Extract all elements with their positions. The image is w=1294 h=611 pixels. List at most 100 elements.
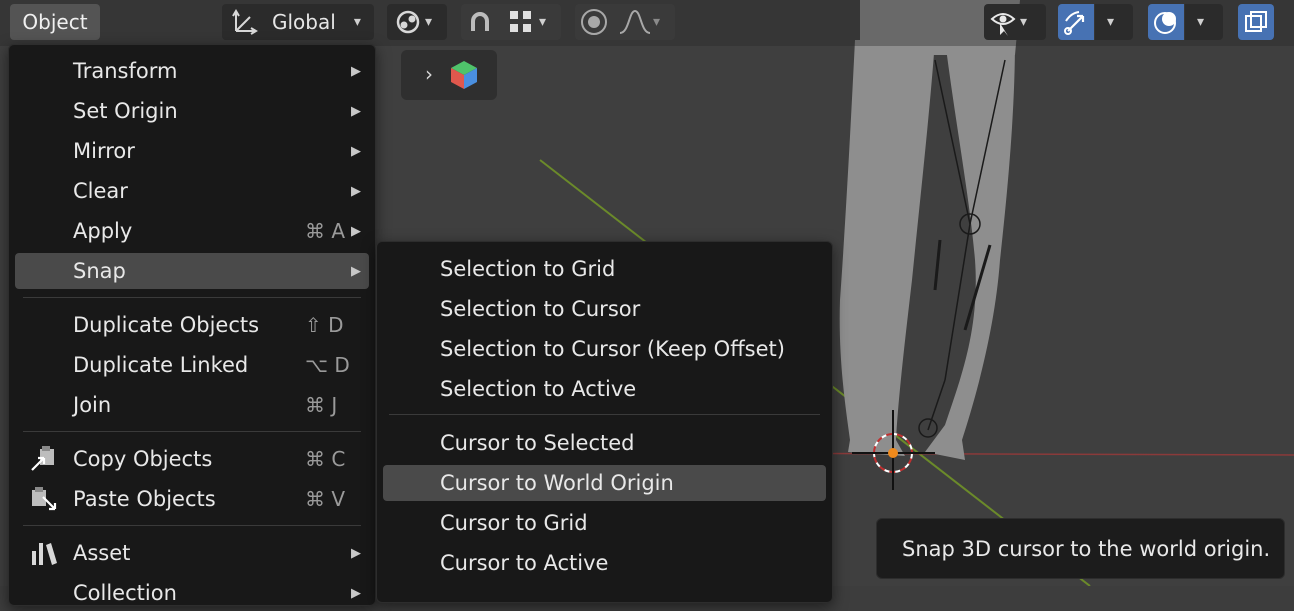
menu-item-selection-to-active[interactable]: Selection to Active bbox=[383, 371, 826, 407]
snap-increment-icon[interactable] bbox=[507, 8, 535, 36]
pivot-point-icon bbox=[396, 10, 420, 34]
menu-item-shortcut: ⌘ J bbox=[305, 393, 338, 417]
orientation-axes-icon bbox=[232, 9, 258, 35]
snap-toggle-group[interactable]: ▾ bbox=[461, 4, 561, 40]
submenu-arrow-icon: ▶ bbox=[351, 545, 361, 561]
menu-item-label: Selection to Cursor (Keep Offset) bbox=[440, 337, 785, 361]
chevron-down-icon: ▾ bbox=[425, 14, 433, 30]
menu-item-transform[interactable]: Transform ▶ bbox=[15, 53, 369, 89]
menu-item-label: Duplicate Objects bbox=[73, 313, 260, 337]
menu-item-label: Cursor to Selected bbox=[440, 431, 635, 455]
object-menu-button[interactable]: Object bbox=[10, 4, 100, 40]
menu-item-label: Cursor to Grid bbox=[440, 511, 588, 535]
paste-objects-icon bbox=[32, 487, 57, 511]
chevron-right-icon: › bbox=[425, 62, 433, 86]
menu-separator bbox=[23, 525, 361, 526]
menu-item-label: Paste Objects bbox=[73, 487, 216, 511]
menu-item-duplicate-linked[interactable]: Duplicate Linked ⌥ D bbox=[15, 347, 369, 383]
menu-item-label: Clear bbox=[73, 179, 128, 203]
menu-item-label: Selection to Cursor bbox=[440, 297, 641, 321]
menu-item-snap[interactable]: Snap ▶ bbox=[15, 253, 369, 289]
collapsed-panel-chip[interactable]: › bbox=[401, 50, 497, 100]
chevron-down-icon: ▾ bbox=[353, 14, 361, 30]
menu-item-join[interactable]: Join ⌘ J bbox=[15, 387, 369, 423]
xray-toggle-button[interactable] bbox=[1238, 4, 1274, 40]
submenu-arrow-icon: ▶ bbox=[351, 103, 361, 119]
menu-item-clear[interactable]: Clear ▶ bbox=[15, 173, 369, 209]
gizmo-toggle-button[interactable] bbox=[1058, 4, 1094, 40]
menu-item-label: Collection bbox=[73, 581, 177, 605]
menu-item-label: Snap bbox=[73, 259, 126, 283]
copy-objects-icon bbox=[31, 446, 54, 471]
asset-icon bbox=[32, 543, 57, 565]
menu-separator bbox=[23, 297, 361, 298]
chevron-down-icon: ▾ bbox=[539, 14, 547, 30]
menu-item-label: Selection to Active bbox=[440, 377, 637, 401]
proportional-editing-icon[interactable] bbox=[579, 7, 609, 37]
menu-item-apply[interactable]: Apply ⌘ A ▶ bbox=[15, 213, 369, 249]
eye-pointer-icon bbox=[990, 13, 1016, 36]
character-legs bbox=[839, 0, 1020, 460]
menu-item-label: Mirror bbox=[73, 139, 135, 163]
menu-item-selection-to-cursor[interactable]: Selection to Cursor bbox=[383, 291, 826, 327]
gizmo-icon bbox=[1064, 11, 1085, 35]
xray-icon bbox=[1245, 11, 1267, 32]
falloff-curve-icon[interactable] bbox=[617, 7, 653, 37]
tooltip: Snap 3D cursor to the world origin. bbox=[876, 518, 1285, 579]
gizmo-options-dropdown[interactable]: ▾ bbox=[1095, 4, 1133, 40]
menu-item-label: Selection to Grid bbox=[440, 257, 616, 281]
menu-item-paste-objects[interactable]: Paste Objects ⌘ V bbox=[15, 481, 369, 517]
submenu-arrow-icon: ▶ bbox=[351, 143, 361, 159]
menu-separator bbox=[23, 431, 361, 432]
submenu-arrow-icon: ▶ bbox=[351, 585, 361, 601]
menu-item-set-origin[interactable]: Set Origin ▶ bbox=[15, 93, 369, 129]
object-menu-panel: Transform ▶ Set Origin ▶ Mirror ▶ Clear … bbox=[8, 44, 376, 606]
menu-item-shortcut: ⌘ C bbox=[305, 447, 346, 471]
menu-separator bbox=[389, 414, 820, 415]
menu-item-label: Transform bbox=[73, 59, 178, 83]
menu-item-selection-to-cursor-keep-offset[interactable]: Selection to Cursor (Keep Offset) bbox=[383, 331, 826, 367]
overlays-options-dropdown[interactable]: ▾ bbox=[1185, 4, 1223, 40]
menu-item-label: Cursor to World Origin bbox=[440, 471, 674, 495]
overlays-toggle-button[interactable] bbox=[1148, 4, 1184, 40]
orientation-label: Global bbox=[272, 10, 336, 34]
menu-item-mirror[interactable]: Mirror ▶ bbox=[15, 133, 369, 169]
chevron-down-icon: ▾ bbox=[1020, 14, 1028, 30]
menu-item-shortcut: ⌘ V bbox=[305, 487, 346, 511]
menu-item-cursor-to-selected[interactable]: Cursor to Selected bbox=[383, 425, 826, 461]
magnet-icon[interactable] bbox=[465, 7, 495, 37]
tooltip-text: Snap 3D cursor to the world origin. bbox=[902, 536, 1271, 561]
menu-item-duplicate-objects[interactable]: Duplicate Objects ⇧ D bbox=[15, 307, 369, 343]
menu-item-cursor-to-world-origin[interactable]: Cursor to World Origin bbox=[383, 465, 826, 501]
menu-item-label: Cursor to Active bbox=[440, 551, 609, 575]
menu-item-shortcut: ⇧ D bbox=[305, 313, 344, 337]
menu-item-shortcut: ⌥ D bbox=[305, 353, 350, 377]
menu-item-collection[interactable]: Collection ▶ bbox=[15, 575, 369, 611]
menu-item-copy-objects[interactable]: Copy Objects ⌘ C bbox=[15, 441, 369, 477]
chevron-down-icon: ▾ bbox=[653, 14, 661, 30]
transform-orientation-dropdown[interactable]: Global ▾ bbox=[222, 4, 374, 40]
pivot-point-dropdown[interactable]: ▾ bbox=[387, 4, 447, 40]
snap-submenu-panel: Selection to Grid Selection to Cursor Se… bbox=[376, 241, 833, 603]
proportional-editing-group[interactable]: ▾ bbox=[575, 4, 675, 40]
submenu-arrow-icon: ▶ bbox=[351, 263, 361, 279]
menu-item-cursor-to-grid[interactable]: Cursor to Grid bbox=[383, 505, 826, 541]
menu-item-selection-to-grid[interactable]: Selection to Grid bbox=[383, 251, 826, 287]
overlays-icon bbox=[1154, 12, 1176, 34]
submenu-arrow-icon: ▶ bbox=[351, 63, 361, 79]
menu-item-cursor-to-active[interactable]: Cursor to Active bbox=[383, 545, 826, 581]
menu-item-label: Duplicate Linked bbox=[73, 353, 249, 377]
selectability-visibility-dropdown[interactable]: ▾ bbox=[984, 4, 1046, 40]
menu-item-shortcut: ⌘ A bbox=[305, 219, 346, 243]
menu-item-label: Asset bbox=[73, 541, 131, 565]
submenu-arrow-icon: ▶ bbox=[351, 223, 361, 239]
submenu-arrow-icon: ▶ bbox=[351, 183, 361, 199]
menu-item-label: Copy Objects bbox=[73, 447, 213, 471]
chevron-down-icon: ▾ bbox=[1107, 14, 1115, 30]
color-cube-icon bbox=[451, 61, 477, 89]
chevron-down-icon: ▾ bbox=[1197, 14, 1205, 30]
viewport-header: Object Global ▾ ▾ ▾ ▾ ▾ ▾ ▾ bbox=[0, 0, 1294, 46]
menu-item-label: Set Origin bbox=[73, 99, 178, 123]
menu-item-asset[interactable]: Asset ▶ bbox=[15, 535, 369, 571]
menu-item-label: Join bbox=[73, 393, 112, 417]
